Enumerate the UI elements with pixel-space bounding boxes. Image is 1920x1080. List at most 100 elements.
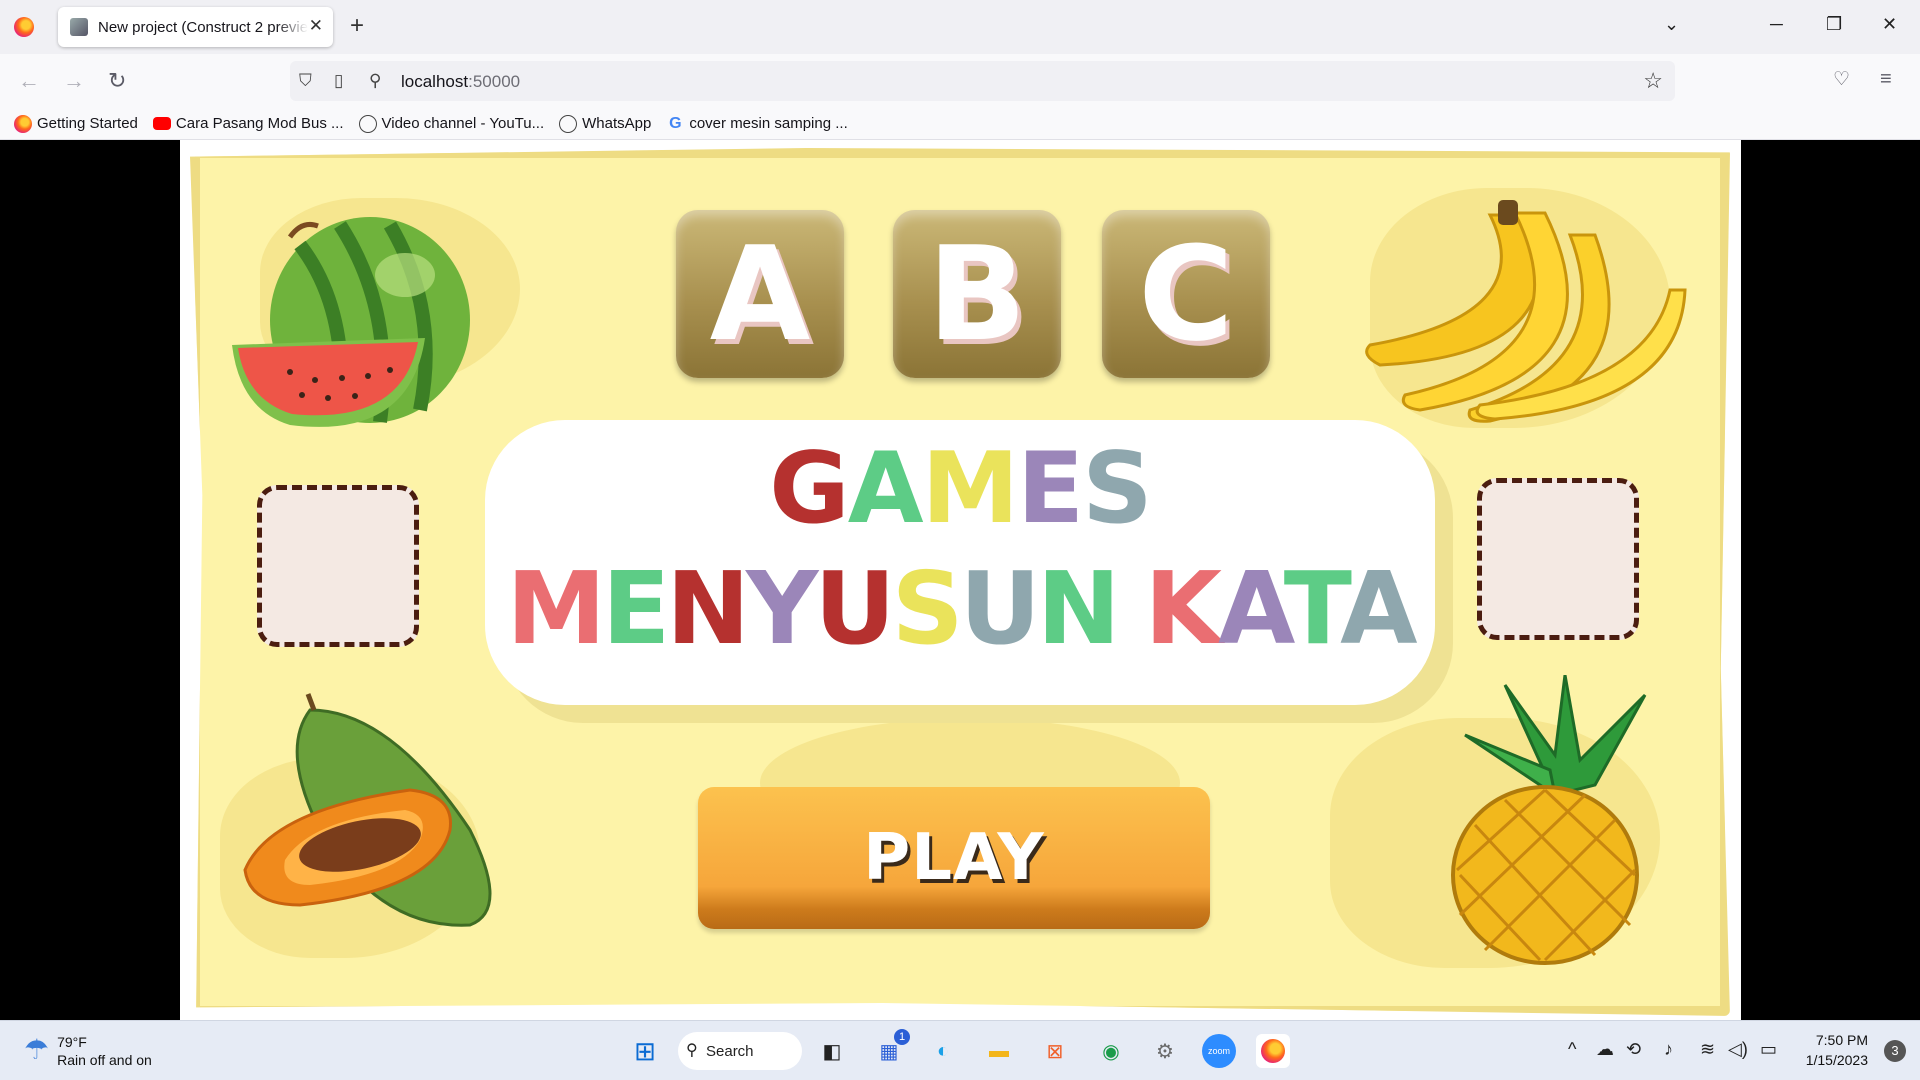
- xampp-icon[interactable]: ⊠: [1038, 1034, 1072, 1068]
- title-letter: U: [959, 550, 1041, 667]
- start-icon[interactable]: ⊞: [628, 1034, 662, 1068]
- game-canvas[interactable]: A B C GAMES MENYUSUN KATA PLAY: [180, 140, 1741, 1020]
- papaya-icon: [243, 693, 492, 927]
- letter-block-b: B: [893, 210, 1061, 378]
- minimize-icon[interactable]: ─: [1770, 14, 1783, 35]
- title-letter: E: [1017, 432, 1084, 546]
- title-letter: S: [1082, 432, 1153, 546]
- title-letter: N: [1036, 550, 1121, 667]
- empty-slot-left: [257, 485, 419, 647]
- firefox-icon: [1261, 1039, 1285, 1063]
- taskbar: ☂ 79°F Rain off and on ⊞ ⚲ Search ◧ ▦ 1 …: [0, 1020, 1920, 1080]
- wifi-icon[interactable]: ≋: [1700, 1039, 1715, 1060]
- back-arrow-icon[interactable]: ←: [18, 68, 40, 94]
- nav-bar: ← → ↻ ⛉ ▯ ⚲ localhost:50000 ☆ ♡ ≡: [0, 54, 1920, 108]
- title-letter: N: [666, 550, 750, 667]
- title-letter: A: [1218, 550, 1288, 667]
- list-all-tabs-icon[interactable]: ⌄: [1664, 14, 1679, 35]
- chrome-icon[interactable]: ◉: [1094, 1034, 1128, 1068]
- pocket-icon[interactable]: ♡: [1833, 68, 1850, 91]
- rain-icon: ☂: [24, 1034, 50, 1065]
- title-letter: E: [601, 550, 670, 667]
- bookmark-item[interactable]: Video channel - YouTu...: [358, 114, 545, 133]
- tab-bar: New project (Construct 2 preview) ✕ + ⌄ …: [0, 0, 1920, 54]
- title-menyusun-kata: MENYUSUN KATA: [485, 550, 1435, 667]
- bookmark-label: Getting Started: [37, 115, 138, 132]
- search-label: Search: [706, 1042, 754, 1060]
- zoom-icon[interactable]: zoom: [1202, 1034, 1236, 1068]
- title-letter: M: [921, 432, 1020, 546]
- file-explorer-icon[interactable]: ▬: [982, 1034, 1016, 1068]
- active-tab[interactable]: New project (Construct 2 preview) ✕: [58, 7, 333, 47]
- construct-favicon-icon: [70, 18, 88, 36]
- search-icon: ⚲: [686, 1042, 698, 1059]
- play-label: PLAY: [863, 821, 1045, 895]
- bookmark-item[interactable]: G cover mesin samping ...: [666, 115, 848, 133]
- time: 7:50 PM: [1815, 1032, 1868, 1048]
- date: 1/15/2023: [1805, 1052, 1868, 1068]
- title-letter: A: [1340, 550, 1417, 667]
- title-games: GAMES: [485, 432, 1435, 546]
- url-text[interactable]: localhost:50000: [401, 72, 520, 92]
- firefox-icon[interactable]: [14, 17, 34, 37]
- weather-widget[interactable]: ☂ 79°F Rain off and on: [24, 1033, 152, 1069]
- play-button[interactable]: PLAY: [698, 787, 1210, 929]
- pineapple-icon: [1451, 675, 1647, 965]
- bookmark-label: Cara Pasang Mod Bus ...: [175, 115, 344, 132]
- bookmark-star-icon[interactable]: ☆: [1643, 68, 1663, 94]
- empty-slot-right: [1477, 478, 1639, 640]
- chevron-up-icon[interactable]: ^: [1568, 1039, 1576, 1060]
- microphone-icon[interactable]: ♪: [1664, 1039, 1673, 1060]
- restore-icon[interactable]: ❐: [1826, 14, 1842, 35]
- bookmark-item[interactable]: WhatsApp: [559, 114, 652, 133]
- sync-icon[interactable]: ⟲: [1626, 1039, 1641, 1060]
- close-tab-icon[interactable]: ✕: [309, 16, 323, 36]
- close-window-icon[interactable]: ✕: [1882, 14, 1897, 35]
- notification-badge[interactable]: 3: [1884, 1040, 1906, 1062]
- permissions-icon[interactable]: ⚲: [369, 71, 381, 91]
- title-letter: K: [1144, 550, 1222, 667]
- firefox-icon: [14, 114, 32, 133]
- letter-block-c: C: [1102, 210, 1270, 378]
- title-panel: GAMES MENYUSUN KATA: [485, 420, 1435, 705]
- watermelon-icon: [232, 217, 470, 427]
- youtube-icon: [152, 117, 171, 130]
- letter-block-a: A: [676, 210, 844, 378]
- settings-gear-icon[interactable]: ⚙: [1148, 1034, 1182, 1068]
- bookmarks-bar: Getting Started Cara Pasang Mod Bus ... …: [0, 108, 1920, 140]
- clock[interactable]: 7:50 PM 1/15/2023: [1806, 1030, 1868, 1070]
- bookmark-label: Video channel - YouTu...: [381, 115, 545, 132]
- shield-icon[interactable]: ⛉: [299, 71, 312, 91]
- new-tab-button[interactable]: +: [350, 12, 364, 40]
- search-button[interactable]: ⚲ Search: [678, 1032, 802, 1070]
- title-letter: A: [847, 432, 924, 546]
- title-letter: S: [891, 550, 964, 667]
- volume-icon[interactable]: ◁): [1728, 1039, 1748, 1060]
- onedrive-cloud-icon[interactable]: ☁: [1596, 1039, 1614, 1060]
- battery-icon[interactable]: ▭: [1760, 1039, 1777, 1060]
- weather-text: Rain off and on: [57, 1052, 152, 1068]
- address-bar[interactable]: ⛉ ▯ ⚲ localhost:50000 ☆: [290, 61, 1675, 101]
- forward-arrow-icon[interactable]: →: [63, 68, 85, 94]
- edge-icon[interactable]: ◐: [926, 1034, 960, 1068]
- letter-c: C: [1138, 218, 1234, 370]
- page-icon[interactable]: ▯: [334, 71, 343, 91]
- letter-b: B: [927, 218, 1027, 370]
- title-letter: U: [814, 550, 895, 667]
- banana-icon: [1365, 200, 1687, 423]
- title-letter: Y: [745, 550, 818, 667]
- bookmark-item[interactable]: Getting Started: [14, 114, 138, 133]
- letter-a: A: [709, 218, 811, 370]
- task-view-icon[interactable]: ◧: [815, 1034, 849, 1068]
- menu-icon[interactable]: ≡: [1880, 68, 1892, 91]
- globe-icon: [559, 114, 578, 133]
- bookmark-label: cover mesin samping ...: [689, 115, 848, 132]
- firefox-taskbar-icon[interactable]: [1256, 1034, 1290, 1068]
- title-letter: T: [1283, 550, 1344, 667]
- reload-icon[interactable]: ↻: [108, 68, 126, 94]
- bookmark-label: WhatsApp: [582, 115, 652, 132]
- temperature: 79°F: [57, 1034, 87, 1050]
- title-letter: G: [769, 432, 849, 546]
- bookmark-item[interactable]: Cara Pasang Mod Bus ...: [152, 115, 344, 132]
- store-badge: 1: [894, 1029, 910, 1045]
